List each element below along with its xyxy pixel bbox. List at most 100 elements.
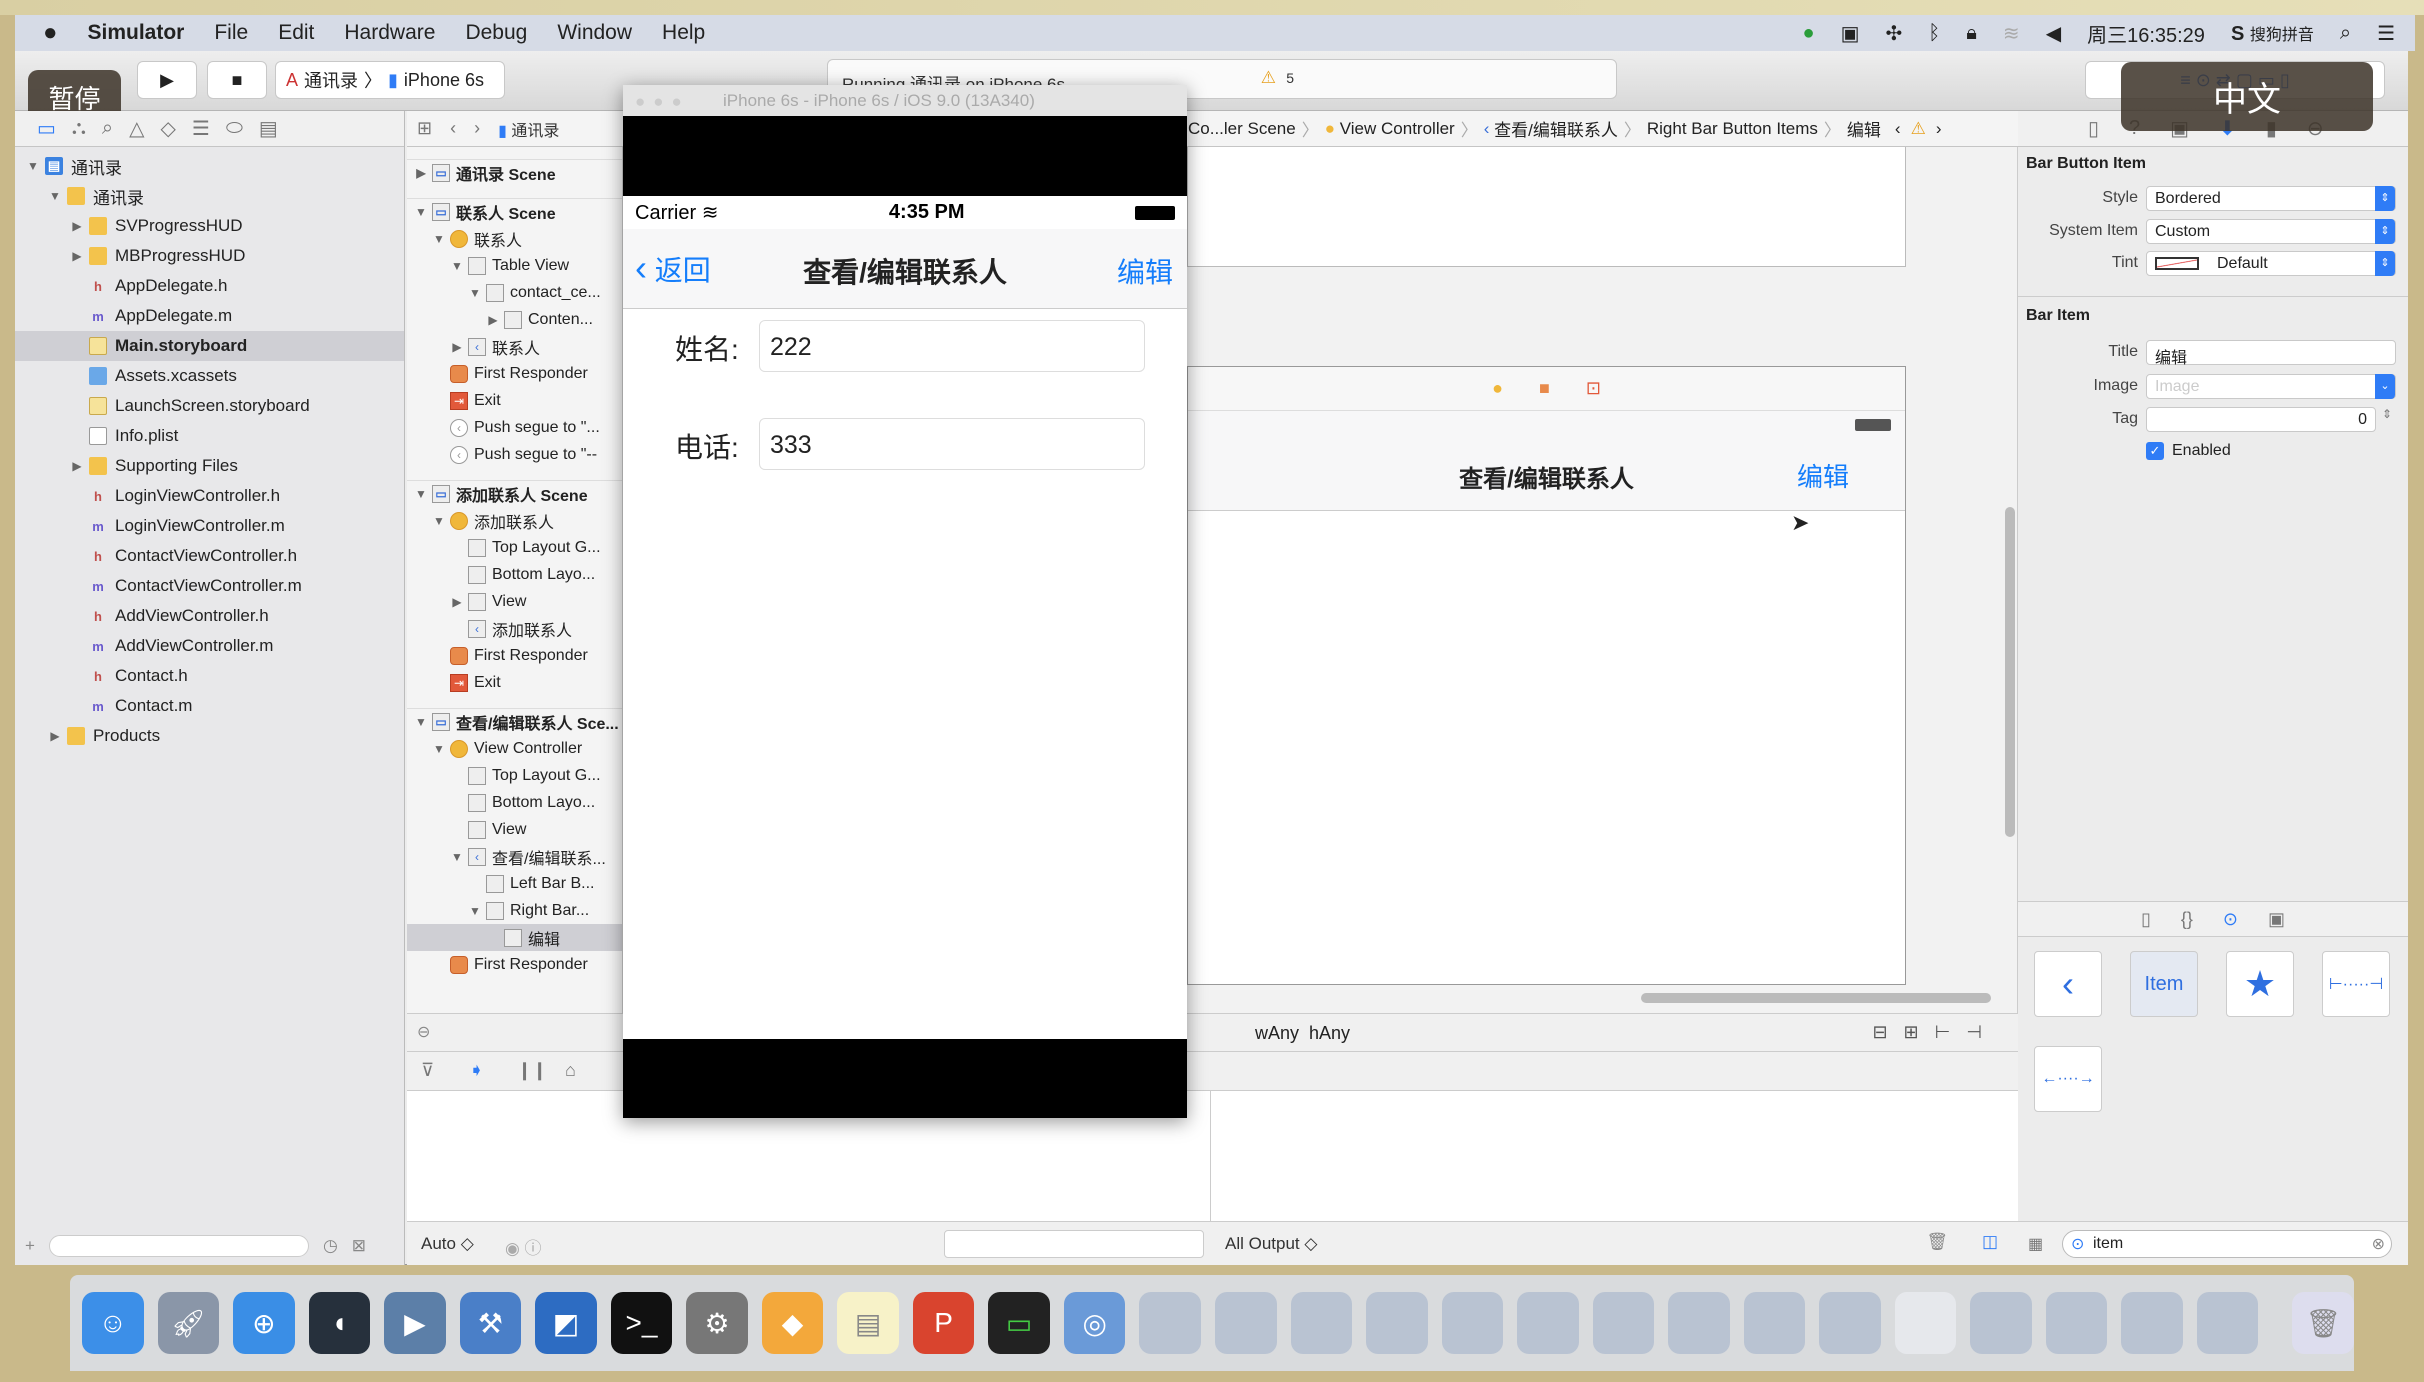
outline-item[interactable]: ▼ ▭ 添加联系人 Scene [407, 480, 622, 507]
disclosure-closed-icon[interactable]: ▶ [413, 166, 429, 180]
recent-icon[interactable]: ◷ [323, 1236, 338, 1256]
outline-item[interactable]: ▶ ‹ 联系人 [407, 333, 622, 360]
file-tree-item[interactable]: m AddViewController.m [15, 631, 404, 661]
find-tab-icon[interactable]: ⌕ [102, 117, 113, 140]
forward-icon[interactable]: › [474, 118, 480, 139]
canvas-horizontal-scrollbar[interactable] [1641, 993, 1991, 1003]
simulator-titlebar[interactable]: ●●● iPhone 6s - iPhone 6s / iOS 9.0 (13A… [623, 85, 1187, 116]
phone-field[interactable]: 333 [759, 418, 1145, 470]
tag-field[interactable]: 0 [2146, 407, 2376, 432]
minimized-window-12[interactable] [1970, 1292, 2032, 1354]
spotlight-icon[interactable]: ⌕ [2340, 22, 2351, 45]
system-item-select[interactable]: Custom ⇕ [2146, 219, 2396, 244]
minimized-window-7[interactable] [1592, 1292, 1655, 1354]
outline-item[interactable]: ▶ View [407, 588, 622, 615]
scm-icon[interactable]: ⊠ [352, 1236, 366, 1256]
clock[interactable]: 周三16:35:29 [2087, 19, 2205, 48]
library-bar-button-item[interactable]: Item [2130, 951, 2198, 1017]
file-template-icon[interactable]: ▯ [2141, 909, 2151, 930]
file-tree-item[interactable]: ▶ SVProgressHUD [15, 211, 404, 241]
finder-icon[interactable]: ☺ [82, 1292, 144, 1354]
canvas-edit-button[interactable]: 编辑 [1797, 457, 1849, 494]
safari-icon[interactable]: ⊕ [233, 1292, 295, 1354]
object-library-icon[interactable]: ⊙ [2223, 909, 2238, 930]
grid-view-icon[interactable]: ▦ [2028, 1234, 2043, 1254]
disclosure-closed-icon[interactable]: ▶ [69, 249, 85, 263]
screen-record-icon[interactable]: ▣ [1841, 21, 1860, 46]
minimized-window-11[interactable] [1894, 1292, 1957, 1354]
style-select[interactable]: Bordered ⇕ [2146, 186, 2396, 211]
prev-issue-icon[interactable]: ‹ [1895, 119, 1901, 139]
media-library-icon[interactable]: ▣ [2268, 909, 2285, 930]
outline-item[interactable]: ▶ ▭ 通讯录 Scene [407, 159, 622, 186]
ime-indicator[interactable]: S 搜狗拼音 [2231, 21, 2314, 46]
console-output-select[interactable]: All Output ◇ [1225, 1234, 1317, 1254]
outline-item[interactable]: ‹ 添加联系人 [407, 615, 622, 642]
outline-item[interactable]: ▼ ▭ 联系人 Scene [407, 198, 622, 225]
breakpoints-toggle-icon[interactable]: ➧ [469, 1060, 484, 1081]
variables-search-field[interactable] [944, 1230, 1204, 1258]
outline-toggle-icon[interactable]: ⊖ [417, 1022, 430, 1042]
view-controller-icon[interactable]: ● [1492, 378, 1503, 399]
canvas-vertical-scrollbar[interactable] [2005, 507, 2015, 837]
folder-tab-icon[interactable]: ▭ [37, 116, 56, 141]
hide-debug-icon[interactable]: ⊽ [421, 1060, 434, 1081]
minimized-window-4[interactable] [1366, 1292, 1428, 1354]
file-tree-item[interactable]: Info.plist [15, 421, 404, 451]
minimized-window-1[interactable] [1139, 1292, 1201, 1354]
outline-item[interactable]: ▼ ▭ 查看/编辑联系人 Sce... [407, 708, 622, 735]
disclosure-closed-icon[interactable]: ▶ [449, 595, 465, 609]
outline-item[interactable]: First Responder [407, 951, 622, 978]
disclosure-open-icon[interactable]: ▼ [449, 259, 465, 273]
minimized-window-3[interactable] [1290, 1292, 1353, 1354]
disclosure-closed-icon[interactable]: ▶ [69, 459, 85, 473]
size-class-button[interactable]: wAny hAny [1255, 1023, 1350, 1044]
clear-icon[interactable]: ⊗ [2372, 1234, 2385, 1254]
warning-icon[interactable]: ⚠ [1911, 119, 1926, 139]
edit-contact-scene[interactable]: ● ■ ⊡ 查看/编辑联系人 编辑 [1187, 366, 1906, 985]
minimized-window-9[interactable] [1743, 1292, 1806, 1354]
warning-icon[interactable]: ⚠ [1261, 68, 1276, 88]
library-fixed-space[interactable]: ←····→ [2034, 1046, 2102, 1112]
breakpoint-tab-icon[interactable]: ⬭ [226, 117, 243, 140]
autolayout-buttons[interactable]: ⊟⊞⊢⊣ [1872, 1022, 1998, 1043]
file-tree-item[interactable]: h LoginViewController.h [15, 481, 404, 511]
crumb-bar-button[interactable]: 编辑 [1847, 116, 1881, 141]
outline-item[interactable]: ▼ Table View [407, 252, 622, 279]
storyboard-canvas[interactable]: ● ■ ⊡ 查看/编辑联系人 编辑 ➤ [1187, 147, 2018, 1013]
outline-item[interactable]: View [407, 816, 622, 843]
status-app-icon[interactable]: ● [1803, 22, 1815, 45]
code-snippet-icon[interactable]: {} [2181, 909, 2193, 930]
terminal-icon[interactable]: >_ [610, 1292, 673, 1354]
file-tree-item[interactable]: LaunchScreen.storyboard [15, 391, 404, 421]
crumb-view-controller[interactable]: View Controller [1340, 119, 1455, 139]
outline-item[interactable]: Top Layout G... [407, 762, 622, 789]
outline-item[interactable]: First Responder [407, 642, 622, 669]
outline-item[interactable]: ▼ 联系人 [407, 225, 622, 252]
menu-help[interactable]: Help [662, 21, 705, 45]
mouse-app-icon[interactable]: ◖ [308, 1292, 371, 1354]
file-tree-item[interactable]: ▶ MBProgressHUD [15, 241, 404, 271]
run-button[interactable]: ▶ [137, 61, 197, 99]
outline-item[interactable]: ▼ View Controller [407, 735, 622, 762]
minimized-window-5[interactable] [1441, 1292, 1504, 1354]
tag-stepper[interactable]: ⇕ [2382, 407, 2392, 421]
file-tree-item[interactable]: Main.storyboard [15, 331, 404, 361]
outline-item[interactable]: ▼ Right Bar... [407, 897, 622, 924]
jump-project[interactable]: ▮ 通讯录 [498, 117, 559, 141]
minimized-window-2[interactable] [1214, 1292, 1277, 1354]
simulator-window[interactable]: ●●● iPhone 6s - iPhone 6s / iOS 9.0 (13A… [623, 85, 1187, 1118]
trash-icon[interactable]: 🗑︎ [1926, 1232, 1948, 1252]
scene-above[interactable] [1187, 147, 1906, 267]
menu-file[interactable]: File [214, 21, 248, 45]
crumb-navigation-item[interactable]: 查看/编辑联系人 [1494, 116, 1618, 141]
disclosure-open-icon[interactable]: ▼ [47, 189, 63, 203]
disclosure-open-icon[interactable]: ▼ [431, 232, 447, 246]
minimized-window-8[interactable] [1668, 1292, 1730, 1354]
name-field[interactable]: 222 [759, 320, 1145, 372]
disclosure-open-icon[interactable]: ▼ [449, 850, 465, 864]
pin-icon[interactable]: ✣ [1886, 21, 1903, 46]
minimized-window-14[interactable] [2121, 1292, 2183, 1354]
notification-center-icon[interactable]: ☰ [2377, 21, 2395, 46]
file-tree-item[interactable]: h AddViewController.h [15, 601, 404, 631]
